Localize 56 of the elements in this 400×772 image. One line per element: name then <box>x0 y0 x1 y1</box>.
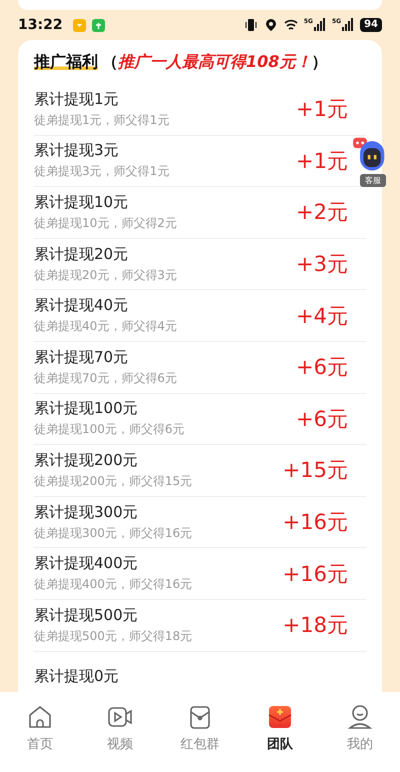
reward-title: 累计提现300元 <box>34 502 139 522</box>
reward-title: 累计提现40元 <box>34 296 130 316</box>
nav-tab[interactable]: 视频 <box>80 704 160 772</box>
nav-tab[interactable]: 我的 <box>320 704 400 772</box>
home-icon <box>27 704 53 730</box>
reward-title: 累计提现3元 <box>34 141 120 160</box>
reward-title: 累计提现100元 <box>34 399 139 418</box>
reward-amount: +1元 <box>296 96 348 124</box>
reward-detail: 徒弟提现500元，师父得18元 <box>34 628 194 645</box>
signal-icon <box>342 18 354 32</box>
wifi-icon <box>284 18 298 32</box>
reward-amount: +2元 <box>296 199 348 226</box>
nav-tab[interactable]: 首页 <box>0 704 80 772</box>
app-icon <box>72 18 86 32</box>
vibrate-icon <box>244 18 258 32</box>
app-icon <box>92 18 105 32</box>
reward-amount: +16元 <box>282 509 348 536</box>
reward-detail: 徒弟提现3元，师父得1元 <box>34 163 170 180</box>
reward-amount: +3元 <box>296 251 348 278</box>
status-time: 13:22 <box>18 17 63 33</box>
support-label[interactable]: 客服 <box>360 174 386 187</box>
reward-title: 累计提现1元 <box>34 90 120 109</box>
reward-amount: +18元 <box>282 612 348 640</box>
reward-amount: +6元 <box>296 354 348 382</box>
nav-tab[interactable]: 红包群 <box>160 704 240 772</box>
video-icon <box>107 704 133 730</box>
person-icon <box>347 704 373 730</box>
reward-title: 累计提现70元 <box>34 348 130 367</box>
reward-amount: +15元 <box>282 457 348 484</box>
reward-detail: 徒弟提现10元，师父得2元 <box>34 214 178 232</box>
battery-indicator: 94 <box>360 18 382 32</box>
reward-title: 累计提现10元 <box>34 192 130 212</box>
reward-detail: 徒弟提现300元，师父得16元 <box>34 524 194 542</box>
reward-amount: +4元 <box>296 302 348 330</box>
reward-detail: 徒弟提现400元，师父得16元 <box>34 576 194 594</box>
reward-detail: 徒弟提现70元，师父得6元 <box>34 370 178 387</box>
card-title: 推广福利 <box>34 52 98 72</box>
reward-title: 累计提现500元 <box>34 606 139 625</box>
card-subtitle: （推广一人最高可得108元！） <box>102 52 328 72</box>
location-icon <box>264 18 278 32</box>
reward-detail: 徒弟提现200元，师父得15元 <box>34 472 194 490</box>
bag-icon <box>187 704 213 730</box>
reward-title: 累计提现20元 <box>34 244 130 264</box>
envelope-icon <box>267 704 293 730</box>
reward-detail: 徒弟提现1元，师父得1元 <box>34 112 170 129</box>
reward-detail: 徒弟提现40元，师父得4元 <box>34 318 178 336</box>
nav-tab[interactable]: 团队 <box>240 704 320 772</box>
reward-title: 累计提现400元 <box>34 554 139 574</box>
reward-detail: 徒弟提现20元，师父得3元 <box>34 266 178 284</box>
reward-amount: +1元 <box>296 148 348 175</box>
reward-title: 累计提现0元 <box>34 667 120 686</box>
reward-amount: +16元 <box>282 560 348 588</box>
reward-amount: +6元 <box>296 406 348 433</box>
reward-detail: 徒弟提现100元，师父得6元 <box>34 421 186 438</box>
signal-icon <box>314 18 326 32</box>
reward-title: 累计提现200元 <box>34 450 139 470</box>
